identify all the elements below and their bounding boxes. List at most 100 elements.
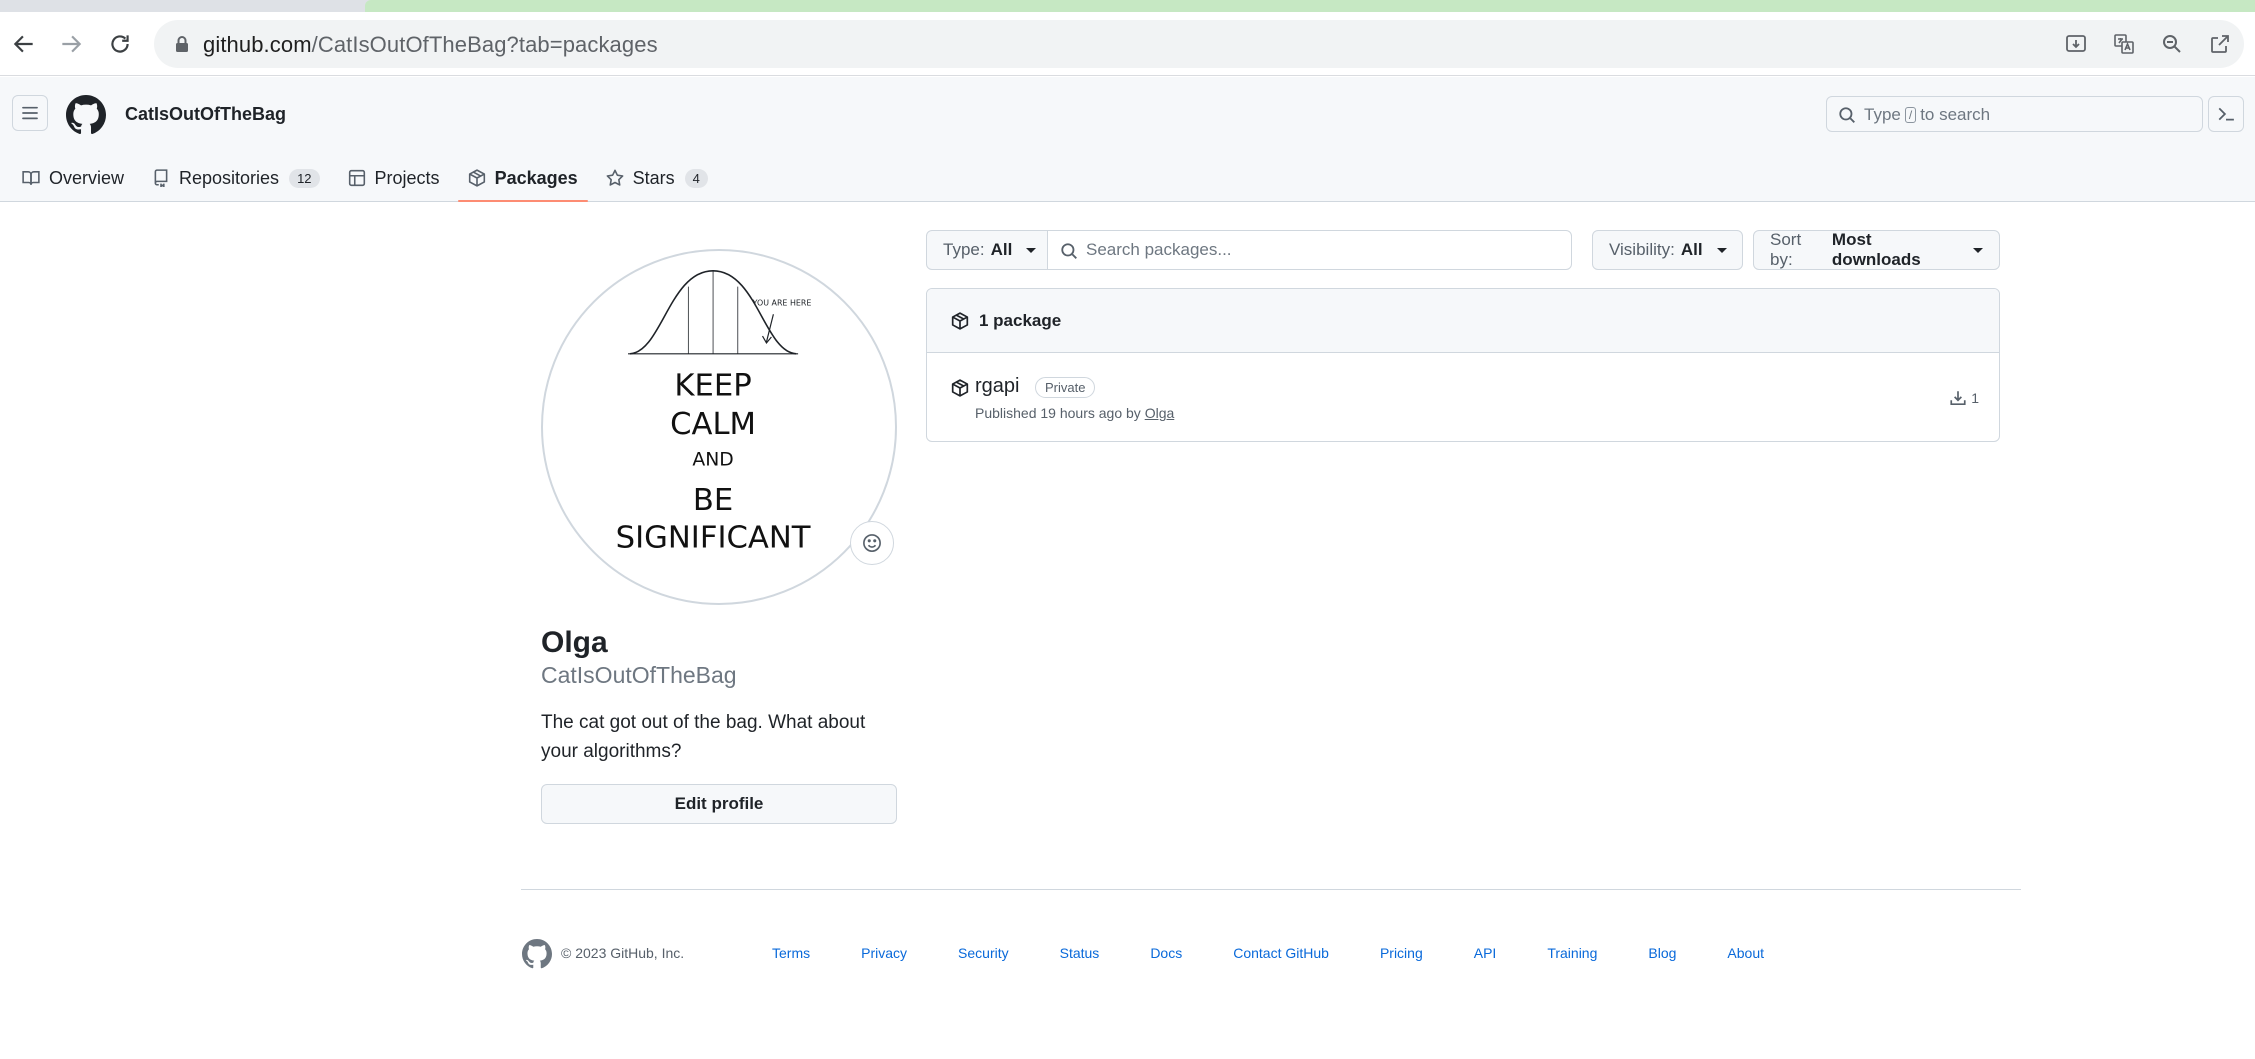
github-logo-icon[interactable] xyxy=(66,95,106,135)
avatar-text-be: BE xyxy=(693,483,733,518)
type-filter-value: All xyxy=(990,240,1013,259)
github-header: CatIsOutOfTheBag Type / to search Overvi… xyxy=(0,77,2255,202)
footer-copyright: © 2023 GitHub, Inc. xyxy=(561,945,685,961)
repo-icon xyxy=(154,169,168,187)
footer-link-privacy[interactable]: Privacy xyxy=(861,945,907,961)
package-owner-link[interactable]: Olga xyxy=(1145,405,1175,421)
tab-projects[interactable]: Projects xyxy=(338,155,450,201)
visibility-filter-value: All xyxy=(1680,240,1703,259)
tab-packages[interactable]: Packages xyxy=(457,155,588,202)
back-arrow-icon[interactable] xyxy=(8,28,40,60)
tab-label: Repositories xyxy=(179,167,280,188)
avatar[interactable]: YOU ARE HERE KEEP CALM AND BE SIGNIFICAN… xyxy=(541,249,897,605)
menu-icon[interactable] xyxy=(12,95,48,131)
visibility-filter-key: Visibility: xyxy=(1609,240,1675,259)
tab-overview[interactable]: Overview xyxy=(12,155,134,201)
package-icon xyxy=(951,311,969,330)
published-text: Published 19 hours ago by xyxy=(975,405,1141,421)
footer-divider xyxy=(521,889,2021,890)
active-tab-indicator xyxy=(365,0,2255,12)
tab-stars[interactable]: Stars 4 xyxy=(596,155,718,201)
profile-tabs: Overview Repositories 12 Projects Packag… xyxy=(12,155,726,202)
install-app-icon[interactable] xyxy=(2052,20,2100,68)
stars-count-badge: 4 xyxy=(684,168,708,188)
footer-link-api[interactable]: API xyxy=(1474,945,1497,961)
browser-tab-strip xyxy=(0,0,2255,12)
footer-links: Terms Privacy Security Status Docs Conta… xyxy=(772,945,1815,961)
footer-link-terms[interactable]: Terms xyxy=(772,945,810,961)
global-search-input[interactable]: Type / to search xyxy=(1826,96,2203,132)
footer-link-blog[interactable]: Blog xyxy=(1648,945,1676,961)
profile-name: Olga xyxy=(541,626,608,659)
footer-link-docs[interactable]: Docs xyxy=(1150,945,1182,961)
avatar-text-keep: KEEP xyxy=(674,368,751,403)
translate-icon[interactable] xyxy=(2100,20,2148,68)
forward-arrow-icon[interactable] xyxy=(55,28,87,60)
package-list: 1 package rgapi Private Published 19 hou… xyxy=(926,288,2000,442)
github-logo-icon[interactable] xyxy=(522,939,552,969)
visibility-badge: Private xyxy=(1035,377,1096,398)
avatar-text-calm: CALM xyxy=(670,407,756,442)
avatar-text-and: AND xyxy=(692,450,733,471)
list-item: rgapi Private Published 19 hours ago by … xyxy=(927,353,1999,441)
repositories-count-badge: 12 xyxy=(289,168,320,188)
tab-label: Projects xyxy=(374,167,440,188)
profile-bio: The cat got out of the bag. What about y… xyxy=(541,712,866,762)
avatar-text-significant: SIGNIFICANT xyxy=(616,521,811,556)
address-bar[interactable]: github.com/CatIsOutOfTheBag?tab=packages xyxy=(154,20,2244,68)
browser-toolbar: github.com/CatIsOutOfTheBag?tab=packages xyxy=(0,12,2255,76)
package-count: 1 package xyxy=(979,310,1062,330)
avatar-bell-curve xyxy=(628,269,799,355)
reload-icon[interactable] xyxy=(104,28,136,60)
search-icon xyxy=(1838,106,1856,124)
download-icon xyxy=(1950,391,1966,406)
edit-profile-button[interactable]: Edit profile xyxy=(541,784,897,824)
lock-icon[interactable] xyxy=(172,34,192,54)
package-meta: Published 19 hours ago by Olga xyxy=(975,405,1174,421)
caret-down-icon xyxy=(1716,247,1727,253)
search-placeholder: Type / to search xyxy=(1864,105,1990,125)
url-text[interactable]: github.com/CatIsOutOfTheBag?tab=packages xyxy=(203,32,658,58)
profile-login: CatIsOutOfTheBag xyxy=(541,662,737,688)
package-list-header: 1 package xyxy=(927,289,1999,353)
sort-value: Most downloads xyxy=(1831,230,1921,269)
url-path: /CatIsOutOfTheBag?tab=packages xyxy=(311,32,658,57)
search-prefix: Type xyxy=(1864,105,1901,124)
search-shortcut-key: / xyxy=(1904,107,1917,123)
search-icon xyxy=(1060,242,1078,260)
star-icon xyxy=(606,169,624,186)
share-icon[interactable] xyxy=(2196,20,2244,68)
download-count-value: 1 xyxy=(1971,390,1979,406)
footer-link-contact[interactable]: Contact GitHub xyxy=(1233,945,1329,961)
tab-label: Packages xyxy=(494,167,578,188)
caret-down-icon xyxy=(1973,247,1983,253)
type-filter-key: Type: xyxy=(943,240,985,259)
footer-link-about[interactable]: About xyxy=(1727,945,1764,961)
caret-down-icon xyxy=(1026,247,1037,253)
package-icon xyxy=(951,379,969,397)
package-search-field[interactable] xyxy=(1047,230,1572,270)
download-count: 1 xyxy=(1949,389,1979,407)
type-filter-dropdown[interactable]: Type: All xyxy=(926,230,1048,270)
tab-label: Overview xyxy=(49,167,125,188)
sort-dropdown[interactable]: Sort by: Most downloads xyxy=(1753,230,2000,270)
footer-link-status[interactable]: Status xyxy=(1060,945,1100,961)
url-host: github.com xyxy=(203,32,312,57)
command-palette-icon[interactable] xyxy=(2208,96,2244,132)
package-name-link[interactable]: rgapi xyxy=(975,375,1019,398)
footer-link-security[interactable]: Security xyxy=(958,945,1009,961)
header-username[interactable]: CatIsOutOfTheBag xyxy=(125,104,286,125)
book-icon xyxy=(22,171,40,185)
tab-repositories[interactable]: Repositories 12 xyxy=(142,155,330,201)
tab-label: Stars xyxy=(632,167,675,188)
zoom-icon[interactable] xyxy=(2148,20,2196,68)
sort-key: Sort by: xyxy=(1770,230,1802,269)
footer-link-pricing[interactable]: Pricing xyxy=(1380,945,1423,961)
visibility-filter-dropdown[interactable]: Visibility: All xyxy=(1592,230,1743,270)
package-icon xyxy=(468,169,485,187)
table-icon xyxy=(348,169,365,187)
package-search-input[interactable] xyxy=(1086,231,1556,269)
avatar-text-you-are-here: YOU ARE HERE xyxy=(752,298,812,307)
set-status-smiley-icon[interactable] xyxy=(850,521,894,565)
footer-link-training[interactable]: Training xyxy=(1547,945,1597,961)
